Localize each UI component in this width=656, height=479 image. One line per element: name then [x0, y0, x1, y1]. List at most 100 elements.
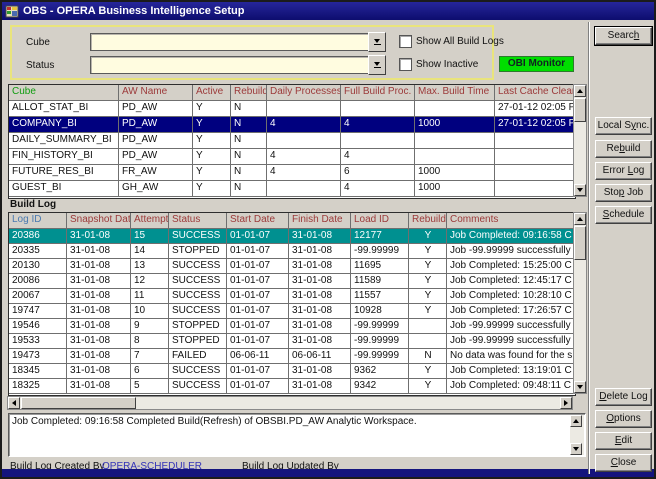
- build-log-table: Log IDSnapshot DateAttemptStatusStart Da…: [8, 212, 576, 396]
- build-log-cell: 31-01-08: [67, 274, 131, 289]
- build-log-row[interactable]: 1832531-01-085SUCCESS01-01-0731-01-08934…: [9, 379, 575, 394]
- build-log-cell: Job Completed: 12:45:17 C: [447, 274, 573, 289]
- comment-textarea[interactable]: Job Completed: 09:16:58 Completed Build(…: [8, 413, 586, 457]
- cubes-cell: [341, 101, 415, 117]
- scroll-up-icon: [577, 89, 583, 93]
- comment-scrollbar[interactable]: [570, 415, 584, 455]
- scroll-up-button[interactable]: [570, 415, 582, 427]
- scroll-up-button[interactable]: [574, 85, 586, 97]
- build-log-cell: 11557: [351, 289, 409, 304]
- close-button[interactable]: Close: [595, 454, 652, 472]
- cubes-cell: [495, 181, 573, 197]
- build-log-cell: Job Completed: 13:19:01 C: [447, 364, 573, 379]
- show-all-build-logs-checkbox[interactable]: [399, 35, 412, 48]
- build-log-cell: 11695: [351, 259, 409, 274]
- cubes-row[interactable]: COMPANY_BIPD_AWYN44100027-01-12 02:05 PM: [9, 117, 575, 133]
- status-dropdown-button[interactable]: [368, 55, 386, 75]
- build-log-cell: 5: [131, 379, 169, 394]
- obi-monitor-button[interactable]: OBI Monitor: [499, 56, 574, 72]
- chevron-down-icon: [374, 39, 380, 43]
- stop-job-button[interactable]: Stop Job: [595, 184, 652, 202]
- build-log-cell: 20086: [9, 274, 67, 289]
- build-log-cell: 31-01-08: [67, 334, 131, 349]
- build-log-row[interactable]: 2006731-01-0811SUCCESS01-01-0731-01-0811…: [9, 289, 575, 304]
- scrollbar-thumb[interactable]: [574, 98, 586, 122]
- build-log-cell: STOPPED: [169, 319, 227, 334]
- build-log-column-header: Start Date: [227, 213, 289, 229]
- search-button[interactable]: Search: [595, 27, 652, 45]
- build-log-cell: Job -99.99999 successfully: [447, 319, 573, 334]
- build-log-row[interactable]: 1954631-01-089STOPPED01-01-0731-01-08-99…: [9, 319, 575, 334]
- build-log-row[interactable]: 2008631-01-0812SUCCESS01-01-0731-01-0811…: [9, 274, 575, 289]
- build-log-column-header: Rebuild: [409, 213, 447, 229]
- build-log-row[interactable]: 2013031-01-0813SUCCESS01-01-0731-01-0811…: [9, 259, 575, 274]
- build-log-hscrollbar[interactable]: [7, 396, 573, 410]
- build-log-cell: Y: [409, 304, 447, 319]
- build-log-cell: 31-01-08: [289, 319, 351, 334]
- show-inactive-label: Show Inactive: [416, 59, 478, 70]
- build-log-cell: 31-01-08: [67, 349, 131, 364]
- scroll-down-button[interactable]: [574, 184, 586, 196]
- build-log-cell: SUCCESS: [169, 229, 227, 244]
- build-log-cell: [409, 334, 447, 349]
- cubes-column-header: Full Build Proc.: [341, 85, 415, 101]
- build-log-cell: 6: [131, 364, 169, 379]
- cubes-row[interactable]: ALLOT_STAT_BIPD_AWYN27-01-12 02:05 PM: [9, 101, 575, 117]
- error-log-button[interactable]: Error Log: [595, 162, 652, 180]
- local-sync-button[interactable]: Local Sync.: [595, 117, 652, 135]
- build-log-row[interactable]: 2033531-01-0814STOPPED01-01-0731-01-08-9…: [9, 244, 575, 259]
- scrollbar-thumb[interactable]: [21, 397, 136, 409]
- build-log-cell: 20130: [9, 259, 67, 274]
- edit-button[interactable]: Edit: [595, 432, 652, 450]
- build-log-cell: 9362: [351, 364, 409, 379]
- build-log-cell: 06-06-11: [227, 349, 289, 364]
- cubes-column-header: Rebuild: [231, 85, 267, 101]
- build-log-row[interactable]: 1974731-01-0810SUCCESS01-01-0731-01-0810…: [9, 304, 575, 319]
- delete-log-button[interactable]: Delete Log: [595, 388, 652, 406]
- schedule-button[interactable]: Schedule: [595, 206, 652, 224]
- build-log-cell: 31-01-08: [67, 244, 131, 259]
- cubes-row[interactable]: FUTURE_RES_BIFR_AWYN461000: [9, 165, 575, 181]
- build-log-cell: 19546: [9, 319, 67, 334]
- build-log-cell: Y: [409, 379, 447, 394]
- status-field[interactable]: [90, 56, 369, 74]
- scroll-down-button[interactable]: [574, 381, 586, 393]
- scroll-down-button[interactable]: [570, 443, 582, 455]
- cubes-row[interactable]: FIN_HISTORY_BIPD_AWYN44: [9, 149, 575, 165]
- cube-field[interactable]: [90, 33, 369, 51]
- cubes-row[interactable]: DAILY_SUMMARY_BIPD_AWYN: [9, 133, 575, 149]
- build-log-header: Log IDSnapshot DateAttemptStatusStart Da…: [9, 213, 575, 229]
- show-inactive-checkbox[interactable]: [399, 58, 412, 71]
- scroll-down-icon: [577, 385, 583, 389]
- cubes-scrollbar[interactable]: [573, 84, 587, 197]
- build-log-cell: Y: [409, 364, 447, 379]
- build-log-row[interactable]: 1834531-01-086SUCCESS01-01-0731-01-08936…: [9, 364, 575, 379]
- cube-dropdown-button[interactable]: [368, 32, 386, 52]
- build-log-cell: Job Completed: 15:25:00 C: [447, 259, 573, 274]
- build-log-cell: Job Completed: 17:26:57 C: [447, 304, 573, 319]
- scrollbar-thumb[interactable]: [574, 226, 586, 260]
- scroll-right-button[interactable]: [560, 397, 572, 409]
- build-log-cell: 01-01-07: [227, 289, 289, 304]
- build-log-cell: Y: [409, 229, 447, 244]
- build-log-cell: -99.99999: [351, 244, 409, 259]
- rebuild-button[interactable]: Rebuild: [595, 140, 652, 158]
- build-log-cell: 31-01-08: [67, 319, 131, 334]
- build-log-cell: Job Completed: 09:48:11 C: [447, 379, 573, 394]
- build-log-cell: 20386: [9, 229, 67, 244]
- chevron-down-icon: [374, 62, 380, 66]
- build-log-cell: 31-01-08: [289, 274, 351, 289]
- cubes-cell: ALLOT_STAT_BI: [9, 101, 119, 117]
- scroll-left-button[interactable]: [8, 397, 20, 409]
- cubes-cell: Y: [193, 101, 231, 117]
- options-button[interactable]: Options: [595, 410, 652, 428]
- build-log-scrollbar[interactable]: [573, 212, 587, 394]
- cubes-row[interactable]: GUEST_BIGH_AWYN41000: [9, 181, 575, 197]
- build-log-row[interactable]: 1947331-01-087FAILED06-06-1106-06-11-99.…: [9, 349, 575, 364]
- build-log-cell: 15: [131, 229, 169, 244]
- build-log-row[interactable]: 1953331-01-088STOPPED01-01-0731-01-08-99…: [9, 334, 575, 349]
- cubes-cell: 1000: [415, 117, 495, 133]
- cubes-cell: 4: [267, 117, 341, 133]
- build-log-row[interactable]: 2038631-01-0815SUCCESS01-01-0731-01-0812…: [9, 229, 575, 244]
- scroll-up-button[interactable]: [574, 213, 586, 225]
